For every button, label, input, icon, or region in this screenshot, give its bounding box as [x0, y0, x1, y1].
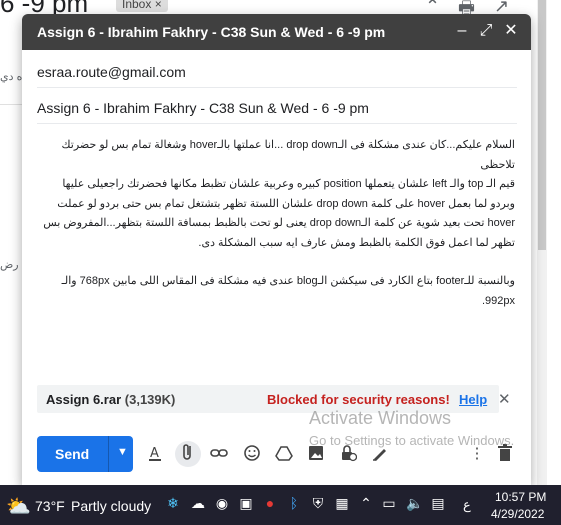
page-scrollbar-thumb[interactable]	[538, 0, 546, 250]
input-language-indicator[interactable]: ع	[463, 497, 471, 513]
recipients-field[interactable]: esraa.route@gmail.com	[37, 54, 517, 88]
inbox-label-badge[interactable]: Inbox ×	[116, 0, 168, 12]
body-line: وبردو لما بعمل hover على كلمة drop down …	[57, 197, 515, 210]
volume-icon[interactable]: 🔈	[406, 495, 423, 512]
minimize-icon[interactable]: –	[453, 22, 471, 40]
tray-onedrive-icon[interactable]: ☁	[190, 495, 206, 512]
recipient-email: esraa.route@gmail.com	[37, 64, 186, 80]
attachment-help-link[interactable]: Help	[459, 392, 487, 407]
network-icon[interactable]: ▤	[430, 495, 446, 512]
schedule-send-dropdown-icon[interactable]: ▼	[117, 446, 128, 458]
activate-windows-watermark: Activate Windows	[309, 408, 452, 428]
body-line: hover تحت بعيد شوية عن كلمة الـdrop down…	[43, 217, 515, 229]
battery-icon[interactable]: ▭	[381, 495, 397, 512]
insert-link-icon[interactable]	[208, 443, 230, 465]
attachment-blocked-warning: Blocked for security reasons!	[267, 392, 450, 407]
background-divider	[0, 104, 22, 105]
security-shield-icon[interactable]: ⛨	[310, 495, 326, 512]
attachment-size: (3,139K)	[124, 392, 176, 407]
tray-app-snowflake-icon[interactable]: ❄	[165, 495, 181, 512]
body-line: السلام عليكم...كان عندى مشكلة فى الـdrop…	[61, 139, 515, 171]
tray-app-icon[interactable]: ▦	[334, 495, 350, 512]
body-line: قيم الـ top والـ left علشان يتعملها posi…	[62, 178, 515, 190]
send-divider	[108, 436, 109, 472]
tray-media-icon[interactable]: ◉	[214, 495, 230, 512]
subject-text: Assign 6 - Ibrahim Fakhry - C38 Sun & We…	[37, 100, 369, 116]
close-icon[interactable]: ✕	[502, 22, 520, 40]
background-snippet: ه دي	[0, 71, 23, 83]
compose-window: Assign 6 - Ibrahim Fakhry - C38 Sun & We…	[22, 14, 531, 485]
weather-condition[interactable]: Partly cloudy	[71, 498, 151, 514]
bluetooth-icon[interactable]: ᛒ	[286, 495, 302, 511]
taskbar: ⛅ 73°F Partly cloudy ❄ ☁ ◉ ▣ ● ᛒ ⛨ ▦ ⌃ ▭…	[0, 485, 561, 525]
message-body[interactable]: السلام عليكم...كان عندى مشكلة فى الـdrop…	[37, 136, 515, 311]
tray-photos-icon[interactable]: ▣	[238, 495, 254, 512]
formatting-options-icon[interactable]: A	[144, 443, 166, 465]
show-hidden-icons-icon[interactable]: ⌃	[358, 495, 374, 512]
background-snippet-2: رض	[0, 259, 19, 271]
tray-app-red-icon[interactable]: ●	[262, 495, 278, 511]
body-line: وبالنسبة للـfooter بتاع الكارد فى سيكشن …	[61, 275, 515, 307]
send-button[interactable]: Send ▼	[37, 436, 133, 472]
attachment-name: Assign 6.rar (3,139K)	[46, 392, 175, 407]
google-drive-icon[interactable]	[273, 443, 295, 465]
attachment-filename: Assign 6.rar	[46, 392, 122, 407]
weather-icon[interactable]: ⛅	[6, 494, 31, 519]
remove-attachment-icon[interactable]: ✕	[498, 390, 511, 408]
activate-windows-hint: Go to Settings to activate Windows.	[309, 433, 515, 448]
clock-date[interactable]: 4/29/2022	[491, 507, 544, 521]
svg-text:A: A	[150, 446, 159, 461]
subject-field[interactable]: Assign 6 - Ibrahim Fakhry - C38 Sun & We…	[37, 90, 517, 124]
weather-temperature[interactable]: 73°F	[35, 498, 65, 514]
compose-header[interactable]: Assign 6 - Ibrahim Fakhry - C38 Sun & We…	[22, 14, 531, 50]
compose-title: Assign 6 - Ibrahim Fakhry - C38 Sun & We…	[37, 24, 386, 40]
clock-time[interactable]: 10:57 PM	[495, 490, 546, 504]
send-button-label: Send	[55, 446, 90, 462]
body-line: تظهر لما اعمل فوق الكلمة بالظبط ومش عارف…	[198, 236, 515, 249]
attach-files-icon[interactable]	[175, 441, 201, 467]
insert-emoji-icon[interactable]	[241, 443, 263, 465]
fullscreen-icon[interactable]: ⤢	[477, 22, 495, 40]
